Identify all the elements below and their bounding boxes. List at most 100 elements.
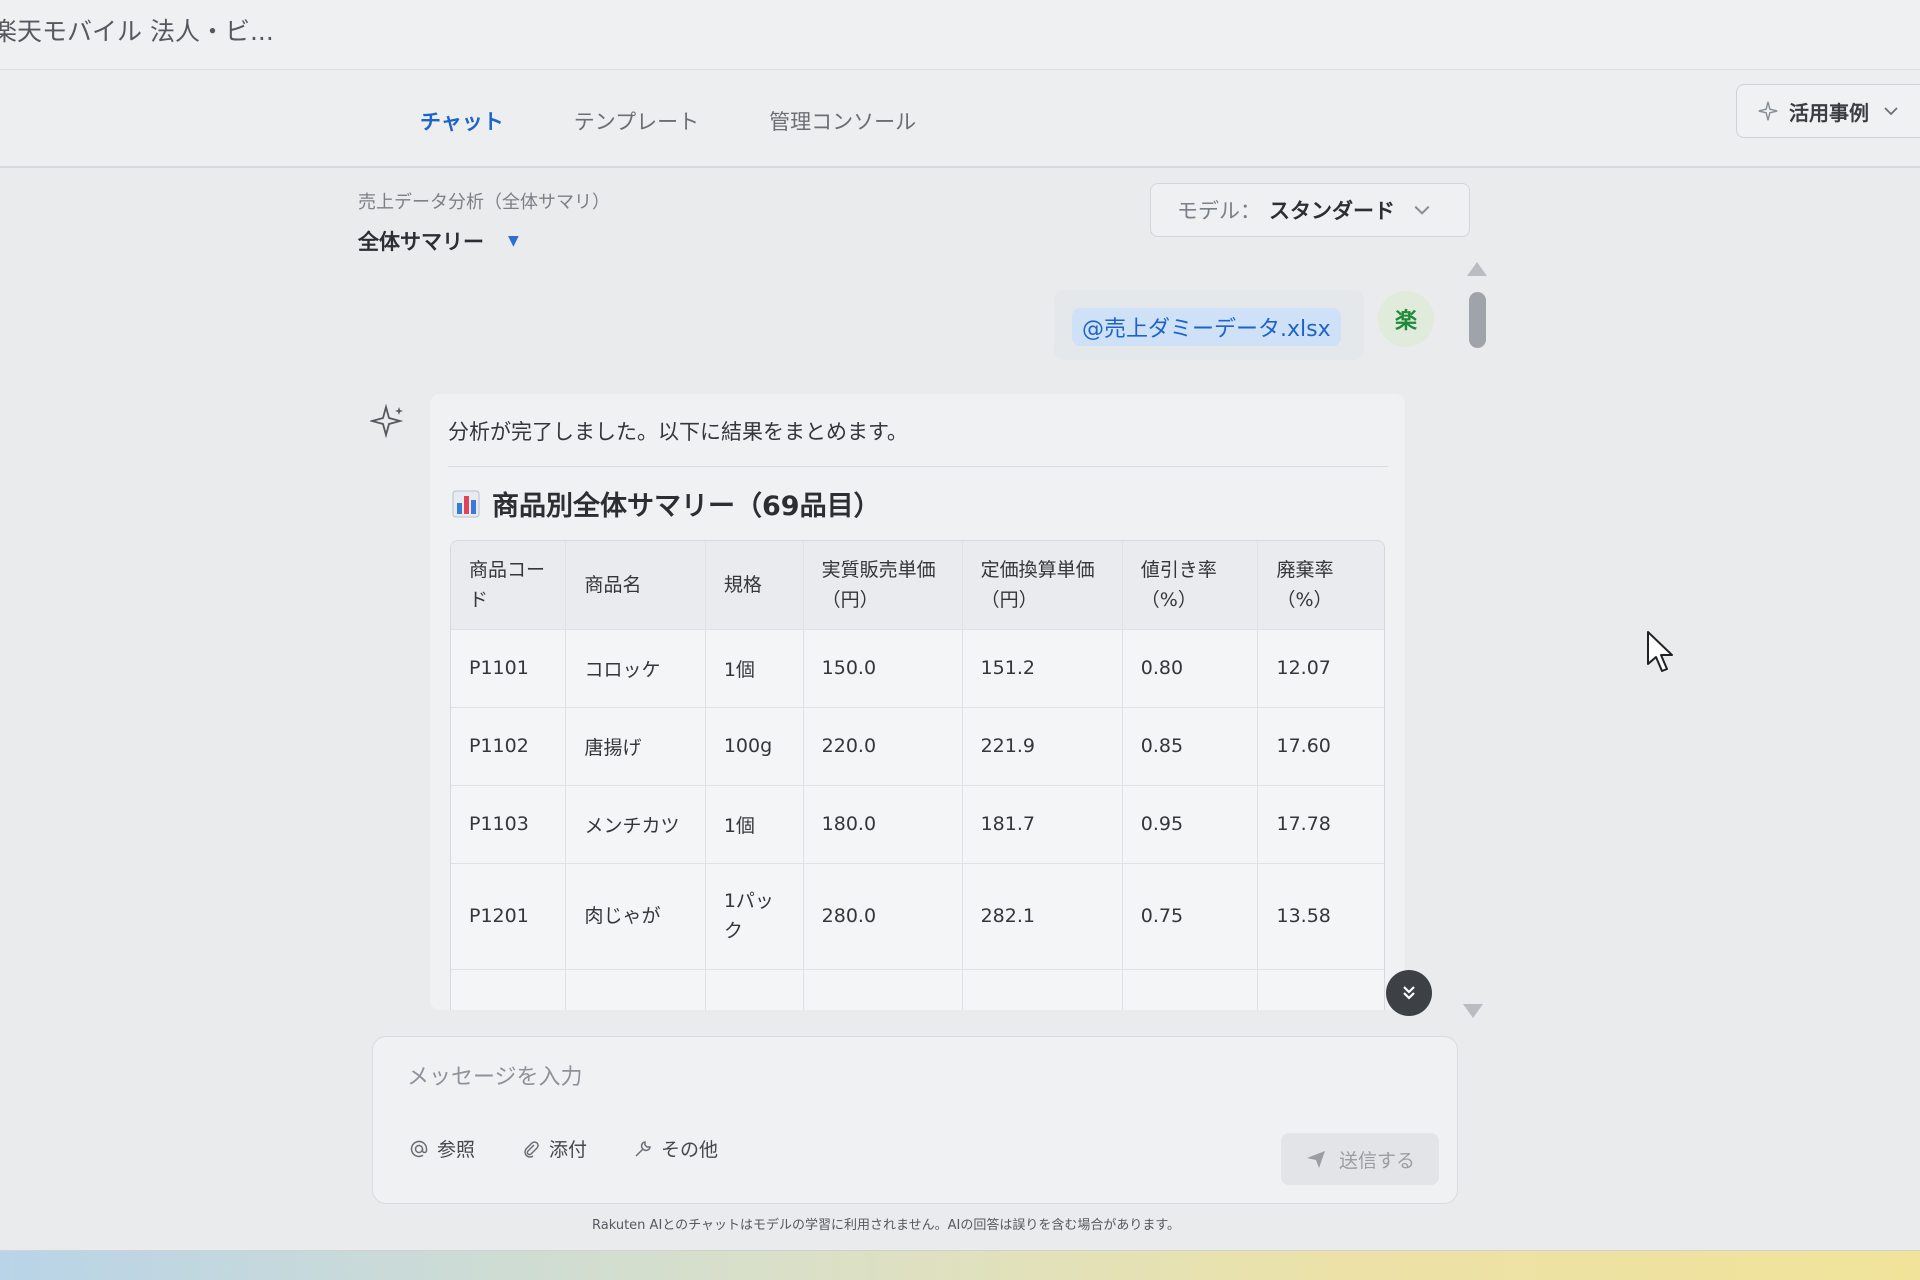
ai-response-card: 分析が完了しました。以下に結果をまとめます。 商品別全体サマリー（69品目） 商…: [430, 394, 1405, 1010]
table-cell: 180.0: [803, 785, 963, 864]
column-header: 値引き率（%）: [1122, 541, 1259, 630]
model-label: モデル：: [1177, 199, 1261, 223]
attach-label: 添付: [549, 1139, 588, 1161]
at-sign-icon: [410, 1140, 428, 1157]
table-cell: 100g: [705, 707, 804, 786]
conversation-subtitle: 売上データ分析（全体サマリ）: [358, 192, 610, 213]
more-tools-button[interactable]: その他: [633, 1135, 718, 1162]
table-cell: 0.95: [1122, 785, 1259, 864]
ai-intro-text: 分析が完了しました。以下に結果をまとめます。: [448, 420, 908, 444]
table-row: P1102 唐揚げ 100g 220.0 221.9 0.85 17.60: [451, 707, 1384, 786]
column-header: 廃棄率（%）: [1257, 541, 1384, 630]
double-chevron-down-icon: [1403, 986, 1415, 1000]
column-header: 商品名: [565, 541, 706, 630]
chevron-down-icon: [1884, 107, 1898, 116]
paper-plane-icon: [1306, 1151, 1325, 1168]
summary-table: 商品コード 商品名 規格 実質販売単価（円） 定価換算単価（円） 値引き率（%）…: [451, 541, 1384, 1010]
table-cell: P1101: [451, 629, 567, 708]
disclaimer-text: Rakuten AIとのチャットはモデルの学習に利用されません。AIの回答は誤り…: [592, 1218, 1181, 1233]
table-cell: [1122, 969, 1259, 1010]
composer-tools: 参照 添付 その他: [409, 1135, 718, 1162]
divider: [448, 466, 1388, 467]
message-composer: 参照 添付 その他 送信する: [372, 1036, 1458, 1204]
title-bar: 楽天モバイル 法人・ビ...: [0, 0, 1920, 70]
column-header: 規格: [705, 541, 804, 630]
model-selector[interactable]: モデル： スタンダード: [1150, 183, 1470, 237]
table-cell: 1パック: [705, 863, 804, 970]
user-message-bubble: @売上ダミーデータ.xlsx: [1054, 290, 1364, 360]
table-cell: 280.0: [803, 863, 963, 970]
tab-admin-console[interactable]: 管理コンソール: [769, 106, 916, 136]
file-mention-chip[interactable]: @売上ダミーデータ.xlsx: [1072, 308, 1341, 346]
scroll-up-arrow[interactable]: [1467, 262, 1487, 276]
send-label: 送信する: [1338, 1149, 1415, 1172]
table-cell: P1103: [451, 785, 567, 864]
table-cell: 肉じゃが: [565, 863, 706, 970]
tab-templates[interactable]: テンプレート: [574, 106, 699, 136]
table-cell: [803, 969, 963, 1010]
table-row: 1パッ: [451, 969, 1384, 1010]
table-cell: 12.07: [1257, 629, 1384, 708]
taskbar: [0, 1250, 1920, 1280]
table-cell: 13.58: [1257, 863, 1384, 970]
table-cell: 唐揚げ: [565, 707, 706, 786]
mouse-pointer-icon: [1647, 631, 1673, 672]
table-cell: 17.60: [1257, 707, 1384, 786]
table-cell: 0.75: [1122, 863, 1259, 970]
table-cell: 150.0: [803, 629, 963, 708]
table-cell: 151.2: [962, 629, 1123, 708]
use-cases-label: 活用事例: [1789, 100, 1869, 125]
sparkle-icon: [1758, 101, 1778, 121]
caret-down-icon: ▼: [508, 233, 519, 249]
summary-heading-text: 商品別全体サマリー（69品目）: [492, 491, 881, 522]
conversation-title-dropdown[interactable]: 全体サマリー ▼: [358, 226, 610, 256]
attach-button[interactable]: 添付: [521, 1135, 587, 1162]
table-cell: [1257, 969, 1384, 1010]
table-cell: 0.85: [1122, 707, 1259, 786]
conversation-title: 全体サマリー: [358, 230, 484, 254]
table-cell: [962, 969, 1123, 1010]
table-row: P1103 メンチカツ 1個 180.0 181.7 0.95 17.78: [451, 785, 1384, 864]
table-cell: [565, 969, 706, 1010]
app-window: 楽天モバイル 法人・ビ... チャット テンプレート 管理コンソール 活用事例 …: [0, 0, 1920, 1280]
nav-tabs: チャット テンプレート 管理コンソール: [420, 106, 916, 136]
table-cell: P1201: [451, 863, 567, 970]
table-header-row: 商品コード 商品名 規格 実質販売単価（円） 定価換算単価（円） 値引き率（%）…: [451, 541, 1384, 630]
more-tools-label: その他: [661, 1139, 719, 1161]
table-cell: 17.78: [1257, 785, 1384, 864]
ai-sparkle-icon: [370, 404, 404, 439]
summary-table-container[interactable]: 商品コード 商品名 規格 実質販売単価（円） 定価換算単価（円） 値引き率（%）…: [450, 540, 1385, 1010]
table-cell: 282.1: [962, 863, 1123, 970]
reference-button[interactable]: 参照: [409, 1135, 475, 1162]
scrollbar-thumb[interactable]: [1469, 292, 1486, 348]
column-header: 商品コード: [451, 541, 567, 630]
column-header: 定価換算単価（円）: [962, 541, 1123, 630]
chevron-down-icon: [1414, 205, 1430, 215]
table-cell: 1個: [705, 629, 804, 708]
table-cell: [451, 969, 567, 1010]
table-cell: メンチカツ: [565, 785, 706, 864]
use-cases-button[interactable]: 活用事例: [1736, 84, 1920, 138]
bar-chart-icon: [452, 490, 480, 517]
wrench-icon: [635, 1140, 651, 1157]
table-row: P1201 肉じゃが 1パック 280.0 282.1 0.75 13.58: [451, 863, 1384, 970]
table-cell: P1102: [451, 707, 567, 786]
avatar: 楽: [1378, 291, 1434, 347]
window-title: 楽天モバイル 法人・ビ...: [0, 17, 274, 46]
column-header: 実質販売単価（円）: [803, 541, 963, 630]
model-value: スタンダード: [1269, 199, 1395, 223]
paperclip-icon: [524, 1140, 539, 1158]
conversation-header: 売上データ分析（全体サマリ） 全体サマリー ▼: [358, 188, 610, 256]
table-cell: 221.9: [962, 707, 1123, 786]
send-button[interactable]: 送信する: [1281, 1133, 1439, 1185]
summary-heading: 商品別全体サマリー（69品目）: [452, 484, 881, 523]
scroll-to-bottom-button[interactable]: [1386, 970, 1432, 1016]
tab-chat[interactable]: チャット: [420, 106, 504, 136]
table-row: P1101 コロッケ 1個 150.0 151.2 0.80 12.07: [451, 629, 1384, 708]
table-cell: 1個: [705, 785, 804, 864]
table-cell: 220.0: [803, 707, 963, 786]
nav-bar: チャット テンプレート 管理コンソール 活用事例: [0, 70, 1920, 168]
table-cell: 1パッ: [705, 969, 804, 1010]
message-input[interactable]: [407, 1065, 1107, 1090]
scroll-down-arrow[interactable]: [1463, 1004, 1483, 1018]
